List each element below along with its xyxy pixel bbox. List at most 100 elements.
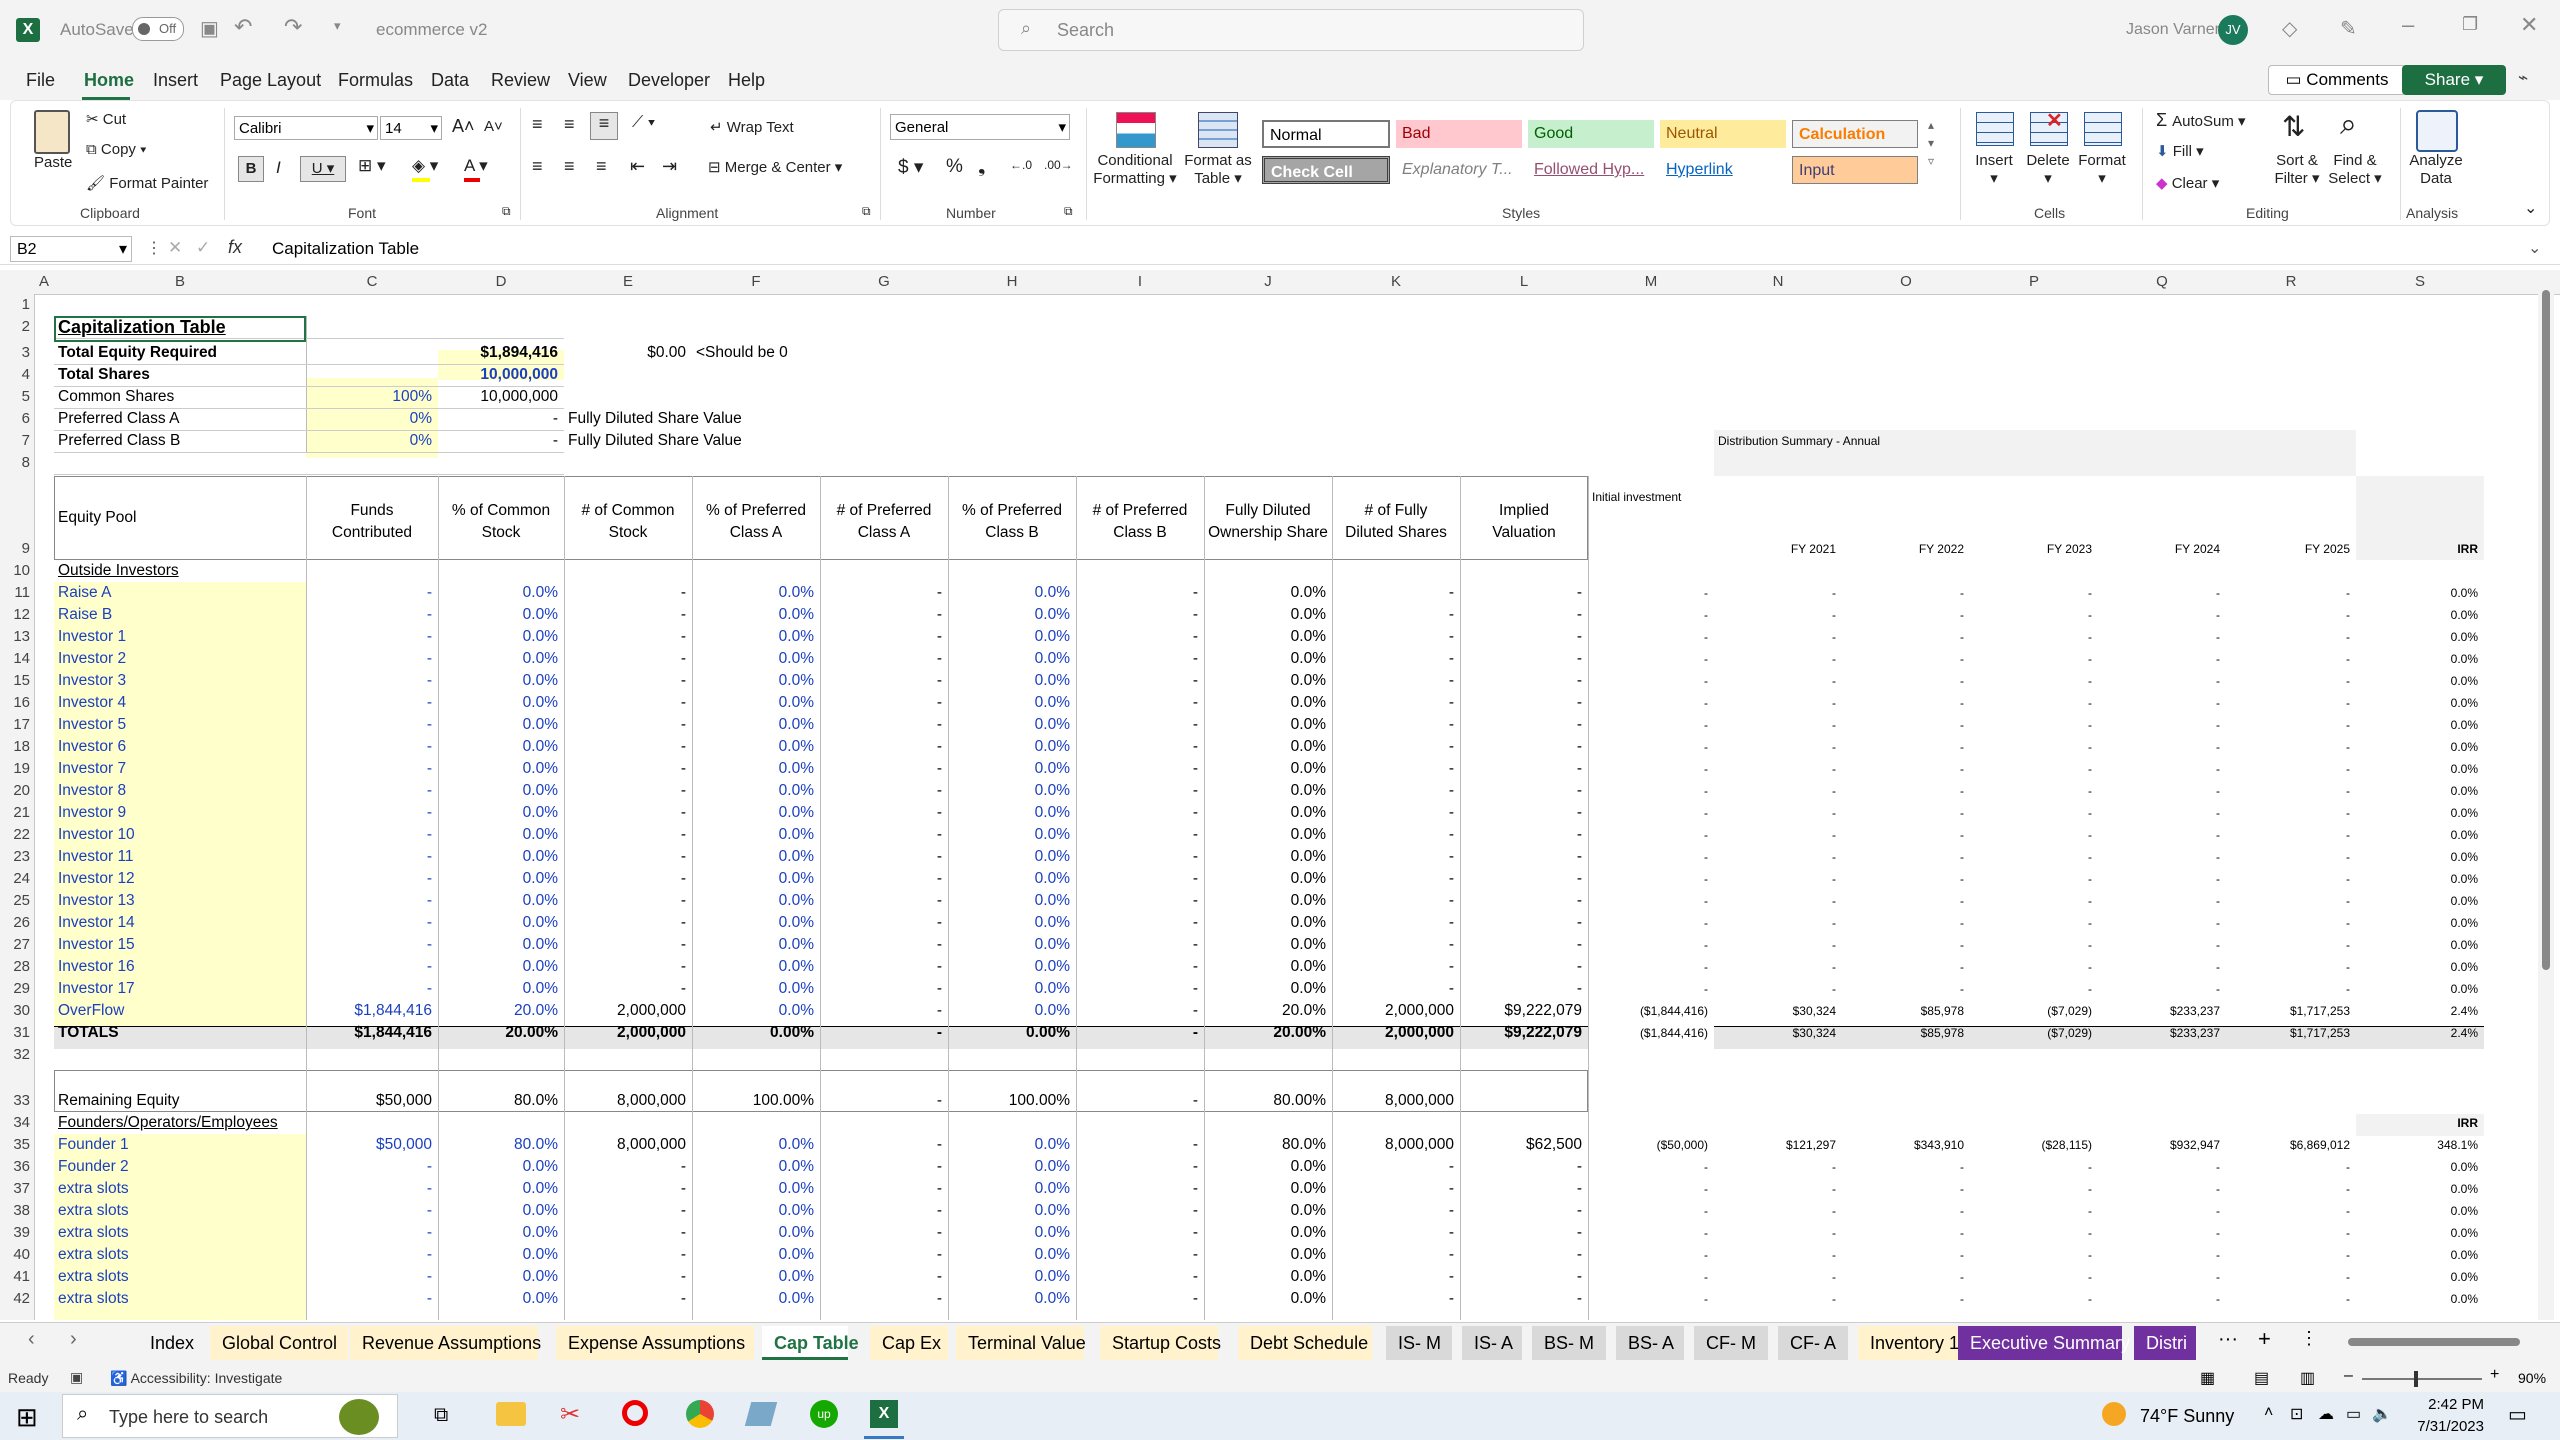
founder-cell[interactable]: 0.0% — [1208, 1266, 1326, 1288]
dist-cell[interactable]: - — [2230, 846, 2350, 868]
dist-cell[interactable]: - — [1718, 912, 1836, 934]
find-select-button[interactable]: Find & Select ▾ — [2318, 152, 2392, 188]
irr-cell[interactable]: 0.0% — [2360, 978, 2478, 1000]
weather-text[interactable]: 74°F Sunny — [2140, 1406, 2234, 1427]
founder-cell[interactable]: - — [568, 1222, 686, 1244]
investor-name[interactable]: Investor 11 — [58, 846, 300, 868]
founder-name[interactable]: Founder 2 — [58, 1156, 300, 1178]
overflow-label[interactable]: OverFlow — [58, 1000, 300, 1022]
page-break-view-icon[interactable]: ▥ — [2300, 1368, 2315, 1388]
irr-cell[interactable]: 0.0% — [2360, 868, 2478, 890]
founder-1-dist-p[interactable]: ($28,115) — [1974, 1134, 2092, 1156]
founder-1-l[interactable]: $62,500 — [1464, 1134, 1582, 1156]
founder-cell[interactable]: - — [824, 1266, 942, 1288]
investor-cell[interactable]: 0.0% — [1208, 934, 1326, 956]
dist-cell[interactable]: - — [2230, 1200, 2350, 1222]
founder-1-dist-m[interactable]: ($50,000) — [1592, 1134, 1708, 1156]
irr-cell[interactable]: 0.0% — [2360, 1244, 2478, 1266]
investor-cell[interactable]: 0.0% — [952, 978, 1070, 1000]
column-header-M[interactable]: M — [1588, 270, 1714, 294]
dist-cell[interactable]: - — [1974, 1178, 2092, 1200]
investor-name[interactable]: Investor 16 — [58, 956, 300, 978]
irr-cell[interactable]: 0.0% — [2360, 956, 2478, 978]
common-shares-pct[interactable]: 100% — [310, 386, 432, 408]
investor-cell[interactable]: 0.0% — [952, 692, 1070, 714]
sheet-tab[interactable]: IS- A — [1462, 1326, 1522, 1360]
investor-name[interactable]: Investor 6 — [58, 736, 300, 758]
column-header-B[interactable]: B — [54, 270, 306, 294]
founder-cell[interactable]: - — [1080, 1288, 1198, 1310]
investor-cell[interactable]: 0.0% — [952, 626, 1070, 648]
founder-cell[interactable]: 0.0% — [1208, 1156, 1326, 1178]
dist-cell[interactable]: - — [2230, 1156, 2350, 1178]
dist-cell[interactable]: - — [1846, 802, 1964, 824]
overflow-k[interactable]: 2,000,000 — [1336, 1000, 1454, 1022]
dist-cell[interactable]: - — [1592, 846, 1708, 868]
founder-cell[interactable]: - — [568, 1288, 686, 1310]
investor-cell[interactable]: - — [568, 978, 686, 1000]
sheet-tab[interactable]: Inventory 1 — [1858, 1326, 1966, 1360]
dist-cell[interactable]: - — [2102, 582, 2220, 604]
autosum-button[interactable]: Σ AutoSum ▾ — [2156, 110, 2246, 131]
founder-cell[interactable]: - — [824, 1200, 942, 1222]
dist-cell[interactable]: - — [2230, 1178, 2350, 1200]
investor-cell[interactable]: 0.0% — [952, 604, 1070, 626]
sheet-tab[interactable]: Global Control — [210, 1326, 348, 1360]
founder-cell[interactable]: 0.0% — [1208, 1222, 1326, 1244]
founder-1-j[interactable]: 80.0% — [1208, 1134, 1326, 1156]
founder-cell[interactable]: - — [1464, 1266, 1582, 1288]
investor-cell[interactable]: 0.0% — [1208, 956, 1326, 978]
founder-cell[interactable]: - — [1080, 1200, 1198, 1222]
avatar[interactable]: JV — [2218, 15, 2248, 45]
investor-cell[interactable]: - — [824, 868, 942, 890]
tab-data[interactable]: Data — [431, 70, 469, 91]
irr-cell[interactable]: 0.0% — [2360, 824, 2478, 846]
founder-1-f[interactable]: 0.0% — [696, 1134, 814, 1156]
investor-cell[interactable]: 0.0% — [442, 934, 558, 956]
investor-cell[interactable]: 0.0% — [952, 824, 1070, 846]
investor-cell[interactable]: - — [568, 582, 686, 604]
investor-name[interactable]: Investor 3 — [58, 670, 300, 692]
investor-cell[interactable]: - — [310, 670, 432, 692]
column-header-N[interactable]: N — [1714, 270, 1842, 294]
dist-cell[interactable]: - — [1974, 780, 2092, 802]
dist-cell[interactable]: - — [1592, 1200, 1708, 1222]
investor-cell[interactable]: 0.0% — [1208, 626, 1326, 648]
investor-cell[interactable]: 0.0% — [952, 912, 1070, 934]
dist-cell[interactable]: - — [2230, 758, 2350, 780]
dist-cell[interactable]: - — [1592, 736, 1708, 758]
dist-cell[interactable]: - — [1974, 736, 2092, 758]
founder-cell[interactable]: 0.0% — [442, 1288, 558, 1310]
founder-cell[interactable]: - — [1080, 1222, 1198, 1244]
notifications-icon[interactable]: ▭ — [2508, 1402, 2527, 1427]
founder-cell[interactable]: 0.0% — [1208, 1178, 1326, 1200]
collapse-ribbon-icon[interactable]: ⌁ — [2518, 68, 2528, 88]
dist-cell[interactable]: - — [2230, 1222, 2350, 1244]
sheet-tab[interactable]: Debt Schedule — [1238, 1326, 1372, 1360]
remaining-k[interactable]: 8,000,000 — [1336, 1080, 1454, 1122]
irr-cell[interactable]: 0.0% — [2360, 1266, 2478, 1288]
overflow-e[interactable]: 2,000,000 — [568, 1000, 686, 1022]
row-header[interactable]: 31 — [0, 1024, 30, 1041]
dist-cell[interactable]: - — [2102, 868, 2220, 890]
founder-cell[interactable]: - — [310, 1200, 432, 1222]
dist-cell[interactable]: - — [1846, 1288, 1964, 1310]
founder-cell[interactable]: 0.0% — [696, 1266, 814, 1288]
insert-cells-button[interactable]: Insert ▾ — [1964, 152, 2024, 188]
founder-cell[interactable]: - — [568, 1200, 686, 1222]
investor-cell[interactable]: - — [1080, 670, 1198, 692]
dist-cell[interactable]: - — [1718, 1288, 1836, 1310]
investor-cell[interactable]: - — [1336, 934, 1454, 956]
irr-cell[interactable]: 0.0% — [2360, 692, 2478, 714]
equity-check-note[interactable]: <Should be 0 — [696, 342, 942, 364]
dist-cell[interactable]: - — [1592, 1178, 1708, 1200]
tab-developer[interactable]: Developer — [628, 70, 710, 91]
sheet-options-icon[interactable]: ⋮ — [2300, 1328, 2318, 1349]
investor-cell[interactable]: 0.0% — [1208, 890, 1326, 912]
align-bottom-icon[interactable]: ≡ — [590, 112, 618, 140]
investor-cell[interactable]: - — [824, 802, 942, 824]
irr-cell[interactable]: 0.0% — [2360, 648, 2478, 670]
dist-cell[interactable]: - — [2230, 956, 2350, 978]
investor-cell[interactable]: - — [1464, 692, 1582, 714]
investor-cell[interactable]: 0.0% — [442, 758, 558, 780]
